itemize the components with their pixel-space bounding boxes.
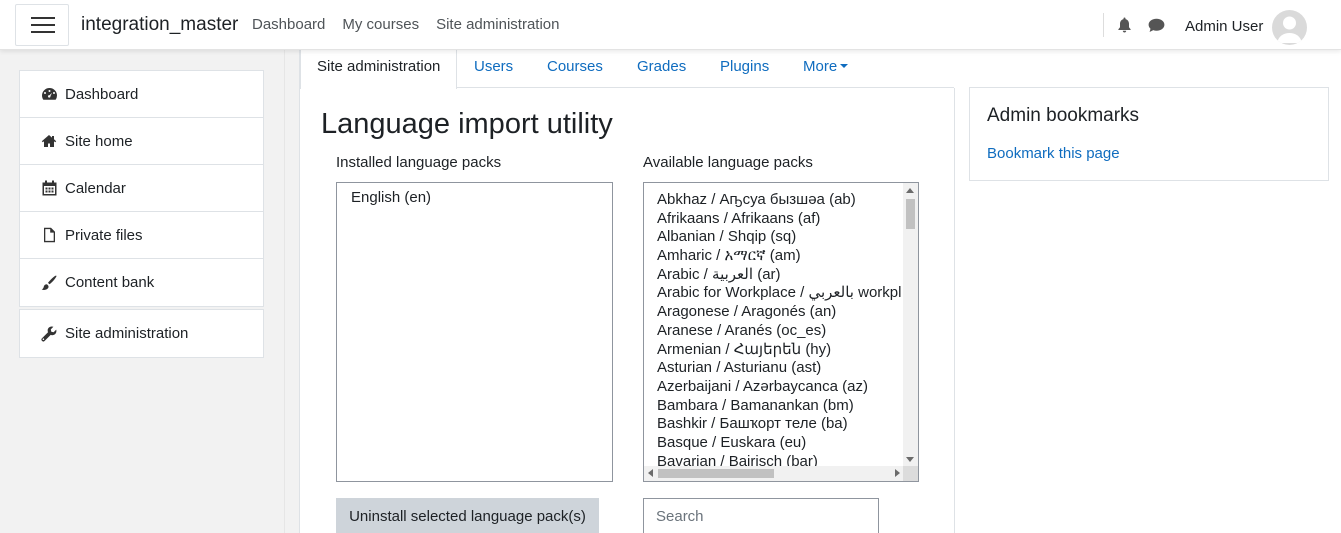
- drawer-item-label: Dashboard: [65, 85, 139, 103]
- admin-bookmarks-block: Admin bookmarks Bookmark this page: [969, 87, 1329, 181]
- search-input[interactable]: [643, 498, 879, 533]
- bookmark-page-link[interactable]: Bookmark this page: [987, 145, 1120, 162]
- nav-drawer: Dashboard Site home Calendar Private fil…: [0, 50, 285, 533]
- uninstall-button[interactable]: Uninstall selected language pack(s): [336, 498, 599, 533]
- listbox-option[interactable]: Asturian / Asturianu (ast): [644, 359, 904, 378]
- drawer-item-dashboard[interactable]: Dashboard: [20, 71, 263, 118]
- listbox-option[interactable]: Aranese / Aranés (oc_es): [644, 322, 904, 341]
- column-divider: [954, 88, 955, 533]
- main-region: Site administration Users Courses Grades…: [299, 50, 1341, 533]
- drawer-item-site-home[interactable]: Site home: [20, 118, 263, 165]
- listbox-option[interactable]: Arabic / العربية (ar): [644, 266, 904, 285]
- available-options: Abkhaz / Аҧсуа бызшәа (ab) Afrikaans / A…: [644, 183, 904, 467]
- vertical-scrollbar[interactable]: [903, 183, 918, 467]
- listbox-option[interactable]: Bashkir / Башҡорт теле (ba): [644, 415, 904, 434]
- hamburger-icon: [31, 17, 55, 19]
- admin-tabs: Site administration Users Courses Grades…: [300, 50, 954, 89]
- drawer-admin-menu: Site administration: [19, 309, 264, 358]
- scrollbar-corner: [903, 466, 918, 481]
- listbox-option[interactable]: Bavarian / Bairisch (bar): [644, 453, 904, 467]
- menu-toggle-button[interactable]: [15, 4, 69, 46]
- tab-courses[interactable]: Courses: [547, 50, 603, 88]
- home-icon: [40, 133, 58, 149]
- tab-site-administration[interactable]: Site administration: [300, 50, 458, 89]
- hamburger-icon-line: [31, 24, 55, 26]
- primary-navigation: Dashboard My courses Site administration: [252, 16, 559, 33]
- listbox-option[interactable]: Azerbaijani / Azərbaycanca (az): [644, 378, 904, 397]
- calendar-icon: [40, 180, 58, 196]
- caret-down-icon: [840, 64, 849, 68]
- drawer-item-label: Private files: [65, 226, 143, 244]
- available-packs-listbox[interactable]: Abkhaz / Аҧсуа бызшәа (ab) Afrikaans / A…: [643, 182, 919, 482]
- user-avatar[interactable]: [1272, 10, 1307, 45]
- scrollbar-thumb[interactable]: [906, 199, 915, 229]
- page-title: Language import utility: [321, 108, 613, 140]
- listbox-option[interactable]: Amharic / አማርኛ (am): [644, 247, 904, 266]
- notification-bell-icon[interactable]: [1117, 17, 1132, 37]
- horizontal-scrollbar[interactable]: [644, 466, 904, 481]
- drawer-item-label: Content bank: [65, 274, 155, 291]
- file-icon: [40, 227, 58, 243]
- tab-users[interactable]: Users: [474, 50, 513, 88]
- listbox-option[interactable]: Albanian / Shqip (sq): [644, 228, 904, 247]
- installed-packs-listbox[interactable]: English (en): [336, 182, 613, 482]
- listbox-option[interactable]: Armenian / Հայերեն (hy): [644, 341, 904, 360]
- nav-link-site-administration[interactable]: Site administration: [436, 16, 559, 33]
- user-menu-name[interactable]: Admin User: [1185, 18, 1263, 35]
- tab-more-label: More: [803, 58, 838, 75]
- listbox-option[interactable]: English (en): [337, 183, 612, 206]
- block-title: Admin bookmarks: [987, 105, 1140, 126]
- top-navbar: integration_master Dashboard My courses …: [0, 0, 1341, 50]
- tab-more[interactable]: More: [803, 50, 849, 88]
- scrollbar-thumb[interactable]: [658, 469, 774, 478]
- installed-packs-label: Installed language packs: [336, 154, 502, 171]
- tab-plugins[interactable]: Plugins: [720, 50, 769, 88]
- listbox-option[interactable]: Abkhaz / Аҧсуа бызшәа (ab): [644, 191, 904, 210]
- site-name-link[interactable]: integration_master: [81, 14, 238, 36]
- scroll-right-arrow-icon[interactable]: [895, 469, 900, 477]
- drawer-item-content-bank[interactable]: Content bank: [20, 259, 263, 306]
- wrench-icon: [40, 326, 58, 342]
- listbox-option[interactable]: Aragonese / Aragonés (an): [644, 303, 904, 322]
- drawer-item-private-files[interactable]: Private files: [20, 212, 263, 259]
- drawer-item-site-administration[interactable]: Site administration: [20, 310, 263, 357]
- hamburger-icon-line: [31, 31, 55, 33]
- drawer-primary-menu: Dashboard Site home Calendar Private fil…: [19, 70, 264, 307]
- tab-grades[interactable]: Grades: [637, 50, 686, 88]
- drawer-item-label: Calendar: [65, 179, 126, 197]
- scroll-left-arrow-icon[interactable]: [648, 469, 653, 477]
- scroll-down-arrow-icon[interactable]: [906, 457, 914, 462]
- drawer-item-label: Site administration: [65, 325, 189, 342]
- drawer-item-label: Site home: [65, 132, 133, 150]
- navbar-divider: [1103, 13, 1104, 37]
- listbox-option[interactable]: Afrikaans / Afrikaans (af): [644, 210, 904, 229]
- listbox-option[interactable]: Arabic for Workplace / بالعربي workpl: [644, 284, 904, 303]
- listbox-option[interactable]: Bambara / Bamanankan (bm): [644, 397, 904, 416]
- nav-link-dashboard[interactable]: Dashboard: [252, 16, 325, 33]
- drawer-item-calendar[interactable]: Calendar: [20, 165, 263, 212]
- messages-chat-icon[interactable]: [1148, 18, 1165, 37]
- dashboard-icon: [40, 86, 58, 102]
- nav-link-my-courses[interactable]: My courses: [342, 16, 419, 33]
- paintbrush-icon: [40, 275, 58, 291]
- scroll-up-arrow-icon[interactable]: [906, 188, 914, 193]
- listbox-option[interactable]: Basque / Euskara (eu): [644, 434, 904, 453]
- available-packs-label: Available language packs: [643, 154, 813, 171]
